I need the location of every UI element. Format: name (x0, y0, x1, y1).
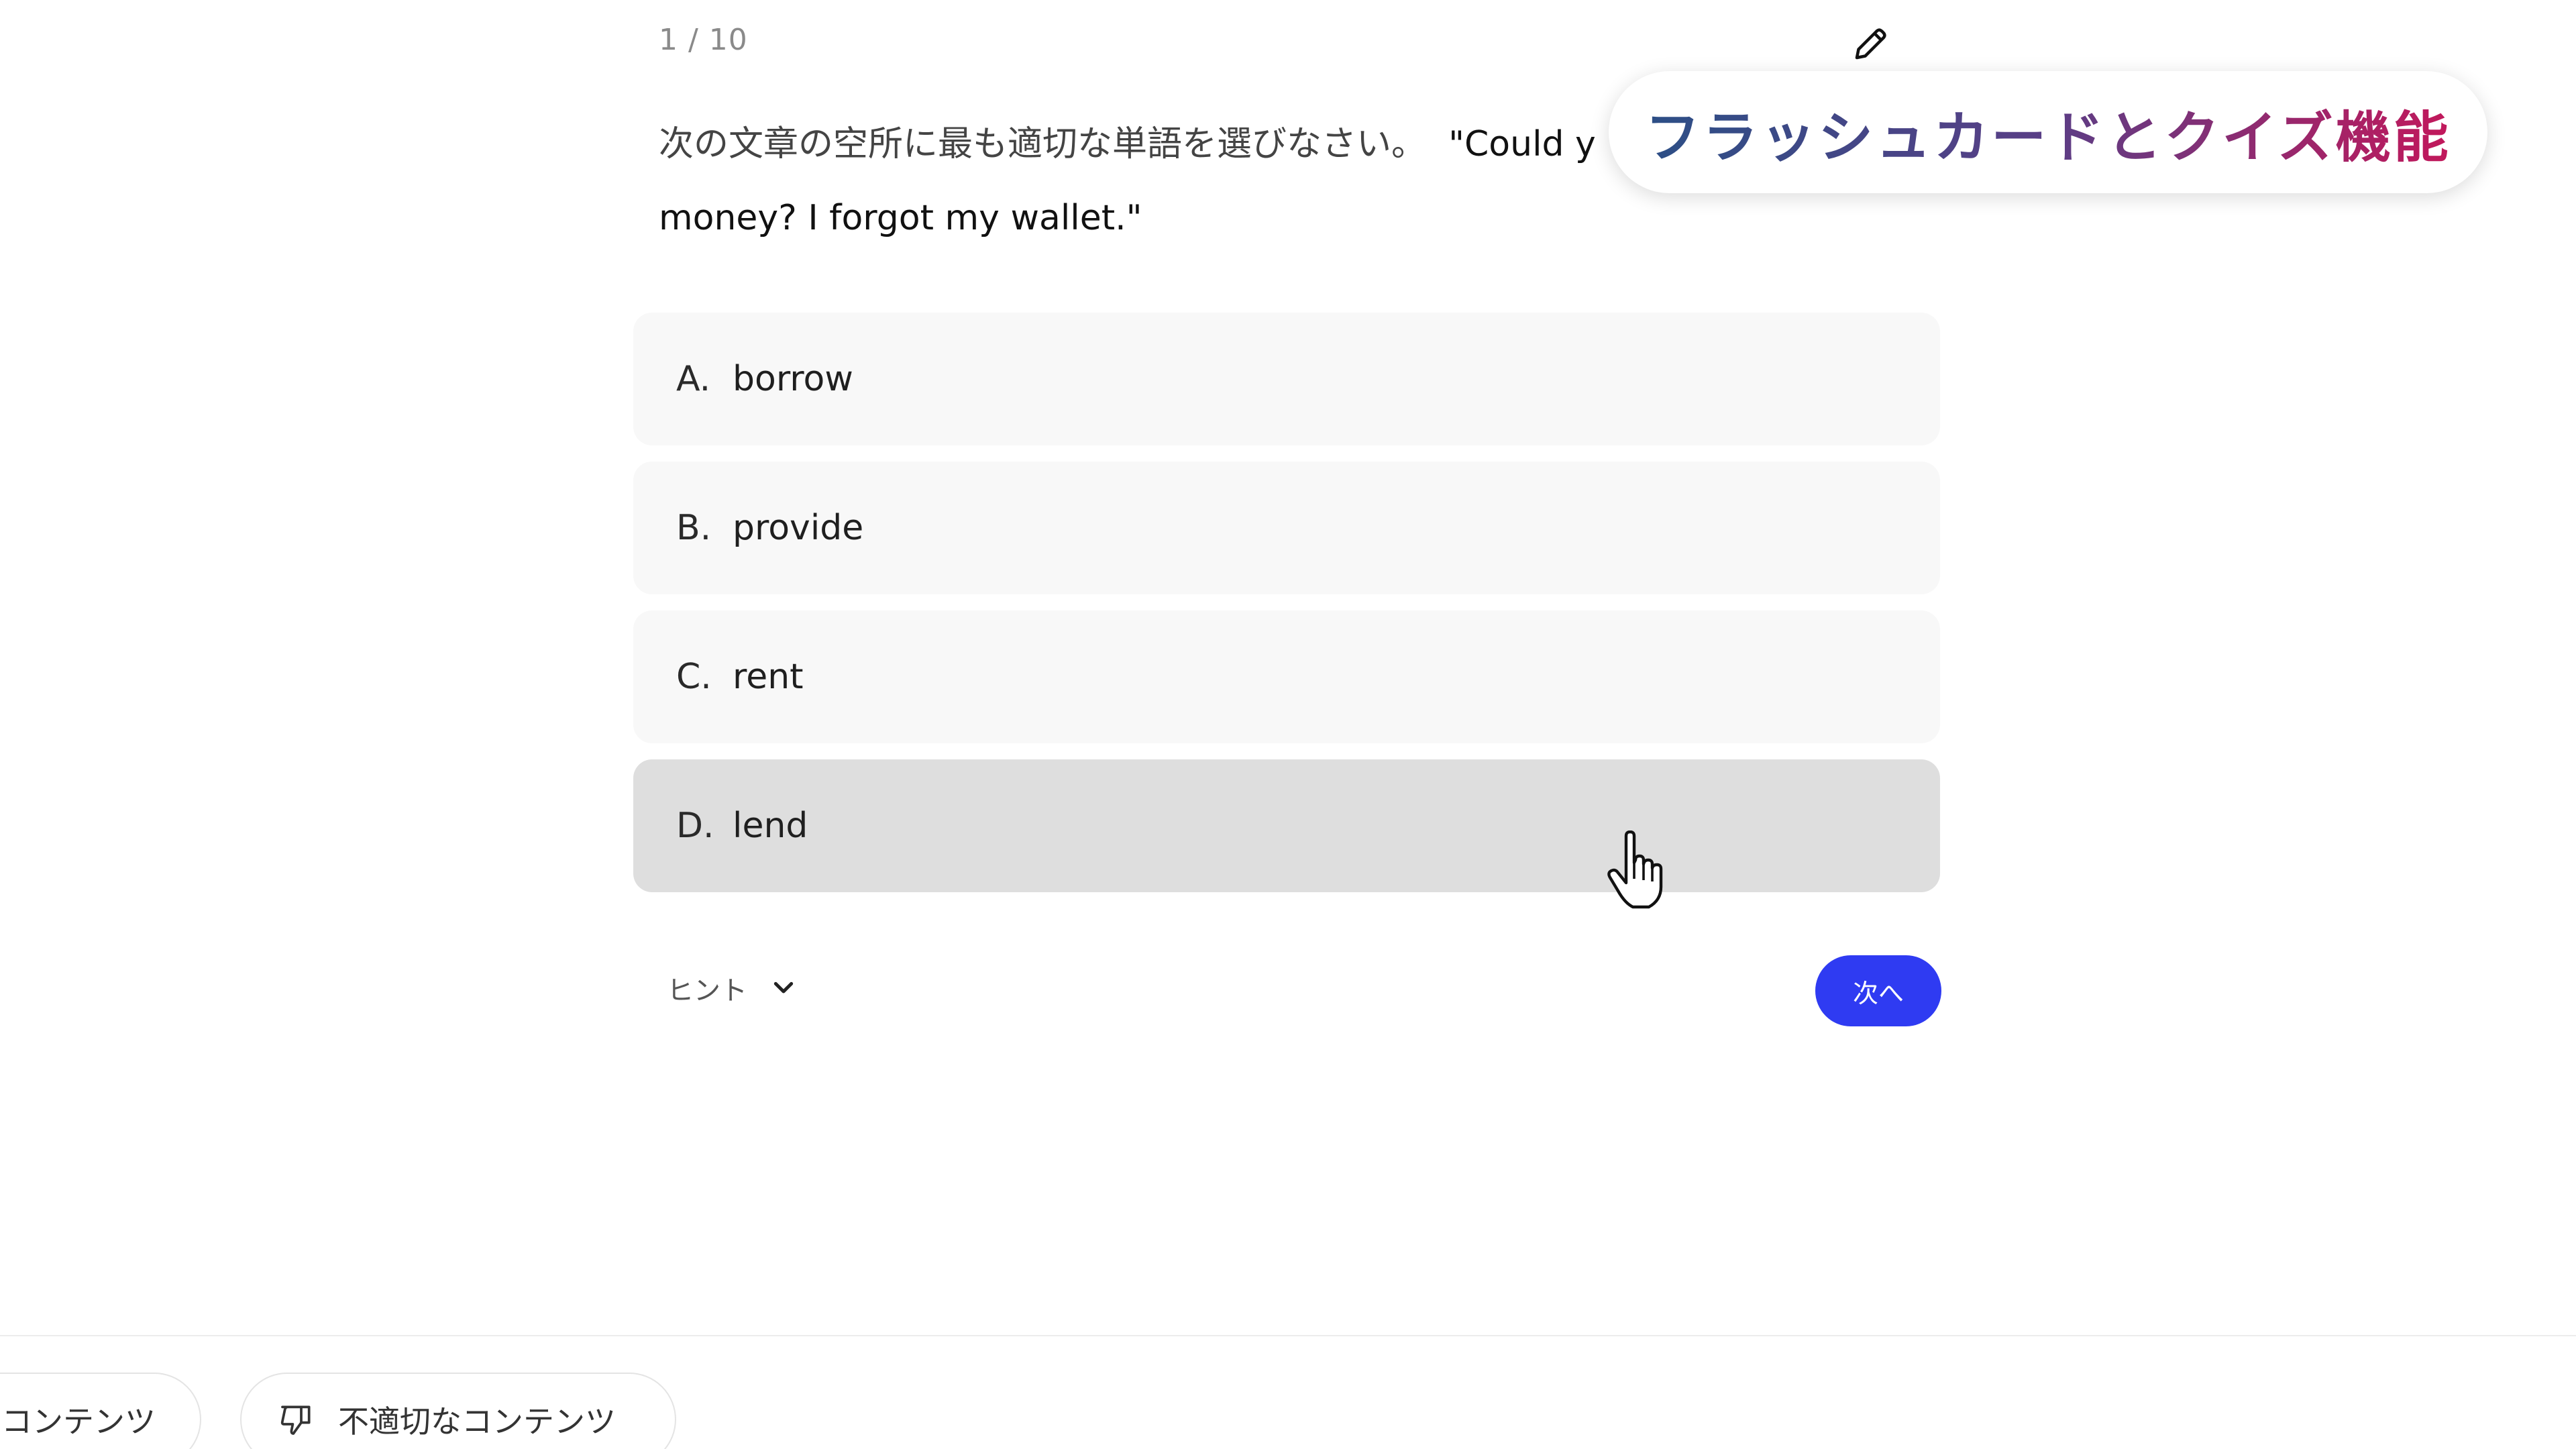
chip-label: コンテンツ (1, 1403, 156, 1440)
chip-label: 不適切なコンテンツ (338, 1403, 616, 1440)
question-instruction: 次の文章の空所に最も適切な単語を選びなさい。 (659, 124, 1427, 164)
feedback-chip-inappropriate[interactable]: 不適切なコンテンツ (240, 1373, 676, 1449)
feature-caption-overlay: フラッシュカードとクイズ機能 (1609, 71, 2487, 193)
next-button[interactable]: 次へ (1815, 955, 1941, 1026)
footer-divider (0, 1335, 2576, 1336)
question-counter: 1 / 10 (659, 23, 748, 57)
thumbs-down-icon (280, 1405, 311, 1435)
option-b[interactable]: B. provide (633, 462, 1940, 594)
feature-caption-text: フラッシュカードとクイズ機能 (1645, 93, 2451, 172)
pencil-icon (1855, 28, 1886, 60)
option-letter: C. (676, 657, 712, 697)
question-sentence-part2: money? I forgot my wallet." (659, 198, 1142, 238)
option-letter: A. (676, 359, 711, 399)
option-letter: D. (676, 806, 714, 846)
quiz-page: 1 / 10 次の文章の空所に最も適切な単語を選びなさい。 "Could y m… (0, 0, 2576, 1449)
hint-label: ヒント (667, 975, 747, 1006)
option-letter: B. (676, 508, 712, 548)
chevron-down-icon (773, 981, 794, 994)
feedback-chip-content[interactable]: コンテンツ (0, 1373, 201, 1449)
hint-toggle[interactable]: ヒント (667, 969, 797, 1008)
question-sentence-part1: "Could y (1448, 124, 1596, 164)
option-text: rent (733, 657, 804, 697)
option-text: provide (733, 508, 864, 548)
hand-pointer-cursor (1607, 830, 1663, 909)
option-c[interactable]: C. rent (633, 610, 1940, 743)
option-text: borrow (733, 359, 853, 399)
option-d[interactable]: D. lend (633, 759, 1940, 892)
option-text: lend (733, 806, 808, 846)
option-a[interactable]: A. borrow (633, 313, 1940, 445)
answer-options: A. borrow B. provide C. rent D. lend (633, 313, 1940, 908)
